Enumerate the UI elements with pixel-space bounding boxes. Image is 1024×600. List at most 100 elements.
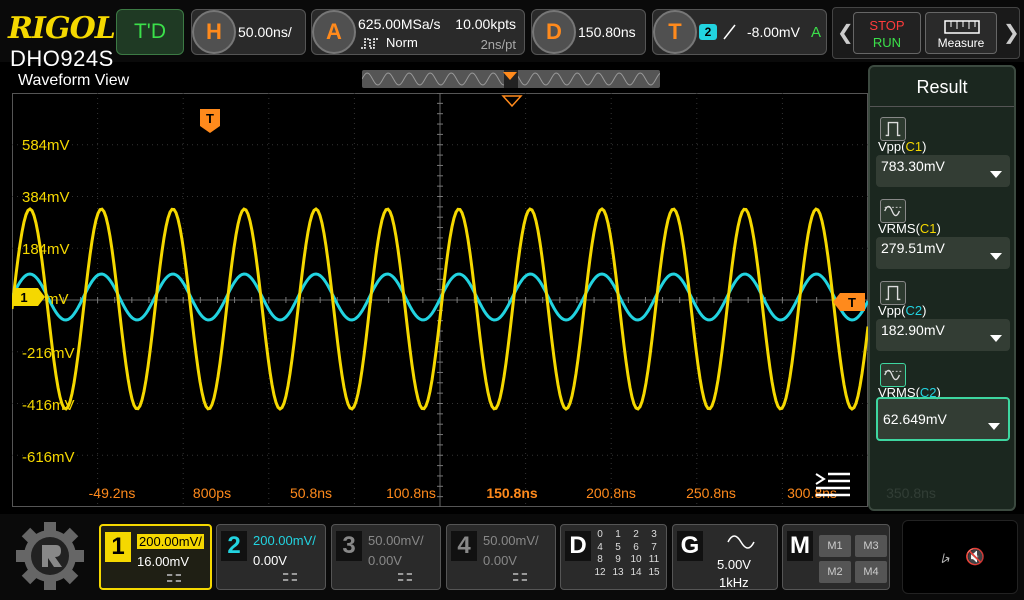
- x-axis-label: 50.8ns: [289, 485, 333, 501]
- brand-logo: RIGOL: [8, 11, 116, 46]
- measure-result-panel: Result Vpp(C1) 783.30mV VRMS(C1) 279.51m…: [868, 65, 1016, 511]
- channel-3-number: 3: [336, 531, 362, 561]
- channel-4-number: 4: [451, 531, 477, 561]
- dropdown-icon: [990, 171, 1002, 178]
- digital-channels-box[interactable]: D 0 1 2 3 4 5 6 7 8 9 10 11 12 13 14 15: [560, 524, 667, 590]
- speaker-mute-icon[interactable]: 🔇: [965, 547, 985, 567]
- menu-icon[interactable]: [814, 470, 852, 498]
- result-title: Result: [870, 67, 1014, 107]
- acquire-settings[interactable]: A 625.00MSa/s 10.00kpts Norm 2ns/pt: [311, 9, 525, 55]
- math-letter: M: [787, 531, 813, 561]
- vpp-icon: [880, 281, 906, 305]
- memory-overview-bar[interactable]: [362, 70, 660, 88]
- trigger-level-marker[interactable]: T: [832, 292, 866, 312]
- home-gear-icon[interactable]: [10, 520, 90, 592]
- measure-item-vrms-c2[interactable]: VRMS(C2) 62.649mV: [876, 363, 1010, 445]
- top-bar: RIGOL DHO924S T'D H 50.00ns/ A 625.00MSa…: [0, 0, 1024, 70]
- generator-amplitude: 5.00V: [717, 557, 751, 572]
- generator-letter: G: [677, 531, 703, 561]
- trigger-level: -8.00mV: [747, 24, 800, 40]
- delay-letter: D: [532, 10, 576, 54]
- channel-3-box[interactable]: 3 50.00mV/ 0.00V: [331, 524, 441, 590]
- waveform-view-title: Waveform View: [18, 72, 130, 89]
- trigger-time-marker[interactable]: T: [199, 108, 221, 134]
- model-name: DHO924S: [10, 46, 114, 71]
- vrms-icon: [880, 199, 906, 223]
- y-axis-label: mV: [46, 291, 69, 308]
- channel-4-offset: 0.00V: [483, 553, 517, 568]
- trigger-time-marker-label: T: [206, 111, 214, 126]
- sine-wave-icon: [727, 535, 755, 549]
- timebase-value: 50.00ns/: [238, 24, 292, 40]
- digital-bit-grid: 0 1 2 3 4 5 6 7 8 9 10 11 12 13 14 15: [591, 529, 665, 579]
- x-axis-label: 200.8ns: [586, 485, 636, 501]
- measure-value-box[interactable]: 783.30mV: [876, 155, 1010, 187]
- measure-item-vpp-c1[interactable]: Vpp(C1) 783.30mV: [876, 117, 1010, 199]
- channel-1-box[interactable]: 1 200.00mV/ 16.00mV: [99, 524, 212, 590]
- acquire-mode-icon: [361, 38, 379, 49]
- channel-2-box[interactable]: 2 200.00mV/ 0.00V: [216, 524, 326, 590]
- generator-frequency: 1kHz: [719, 575, 749, 590]
- coupling-icon: [167, 574, 181, 582]
- math-m2-button[interactable]: M2: [819, 561, 851, 583]
- trigger-letter: T: [653, 10, 697, 54]
- measure-name: Vpp(C2): [878, 303, 927, 318]
- horizontal-settings[interactable]: H 50.00ns/: [191, 9, 306, 55]
- y-axis-label: 184mV: [22, 241, 70, 258]
- measure-value: 783.30mV: [881, 158, 945, 174]
- digital-bit-label: 10: [630, 554, 642, 565]
- time-domain-button[interactable]: T'D: [116, 9, 184, 55]
- waveform-grid: [12, 93, 868, 507]
- channel-3-scale: 50.00mV/: [368, 533, 424, 548]
- digital-bit-label: 4: [597, 541, 603, 553]
- channel-2-offset: 0.00V: [253, 553, 287, 568]
- bottom-bar: 1 200.00mV/ 16.00mV 2 200.00mV/ 0.00V 3 …: [0, 514, 1024, 600]
- trigger-settings[interactable]: T 2 -8.00mV A: [652, 9, 827, 55]
- digital-letter: D: [565, 531, 591, 561]
- y-axis-label: 584mV: [22, 137, 70, 154]
- stop-run-button[interactable]: STOP RUN: [853, 12, 921, 54]
- generator-box[interactable]: G 5.00V 1kHz: [672, 524, 778, 590]
- status-tray: ⭟ 🔇: [902, 520, 1018, 594]
- measure-button[interactable]: Measure: [925, 12, 997, 54]
- waveform-area[interactable]: [12, 93, 868, 507]
- math-m3-button[interactable]: M3: [855, 535, 887, 557]
- channel-1-number: 1: [105, 532, 131, 562]
- channel-3-offset: 0.00V: [368, 553, 402, 568]
- usb-icon: ⭟: [941, 547, 951, 567]
- measure-value: 62.649mV: [883, 411, 947, 427]
- measure-item-vpp-c2[interactable]: Vpp(C2) 182.90mV: [876, 281, 1010, 363]
- x-axis-label: 250.8ns: [686, 485, 736, 501]
- y-axis-label: -416mV: [22, 397, 75, 414]
- measure-label: Measure: [937, 36, 985, 50]
- channel-2-scale: 200.00mV/: [253, 533, 316, 548]
- channel-1-scale: 200.00mV/: [137, 534, 204, 549]
- x-axis-label: 800ps: [192, 485, 232, 501]
- measure-value-box[interactable]: 279.51mV: [876, 237, 1010, 269]
- ch1-offset-marker[interactable]: 1: [12, 287, 46, 307]
- digital-bit-label: 14: [630, 566, 642, 578]
- math-box[interactable]: M M1 M3 M2 M4: [782, 524, 890, 590]
- digital-bit-label: 7: [651, 541, 657, 553]
- measure-name: Vpp(C1): [878, 139, 927, 154]
- memory-overview-wave: [362, 70, 660, 88]
- measure-value-box[interactable]: 182.90mV: [876, 319, 1010, 351]
- vpp-icon: [880, 117, 906, 141]
- acquire-mode: Norm: [386, 35, 418, 50]
- digital-bit-label: 15: [648, 566, 660, 578]
- time-resolution: 2ns/pt: [480, 37, 516, 52]
- y-axis-label: -616mV: [22, 449, 75, 466]
- rising-edge-icon: [723, 24, 736, 40]
- digital-bit-label: 0: [597, 529, 603, 540]
- digital-bit-label: 6: [633, 541, 639, 553]
- math-m1-button[interactable]: M1: [819, 535, 851, 557]
- measure-item-vrms-c1[interactable]: VRMS(C1) 279.51mV: [876, 199, 1010, 281]
- vrms-icon: [880, 363, 906, 387]
- delay-settings[interactable]: D 150.80ns: [531, 9, 646, 55]
- chevron-left-icon[interactable]: ❮: [837, 20, 854, 45]
- chevron-right-icon[interactable]: ❯: [1003, 20, 1020, 45]
- channel-4-box[interactable]: 4 50.00mV/ 0.00V: [446, 524, 556, 590]
- digital-bit-label: 2: [633, 529, 639, 540]
- math-m4-button[interactable]: M4: [855, 561, 887, 583]
- measure-value-box[interactable]: 62.649mV: [876, 397, 1010, 441]
